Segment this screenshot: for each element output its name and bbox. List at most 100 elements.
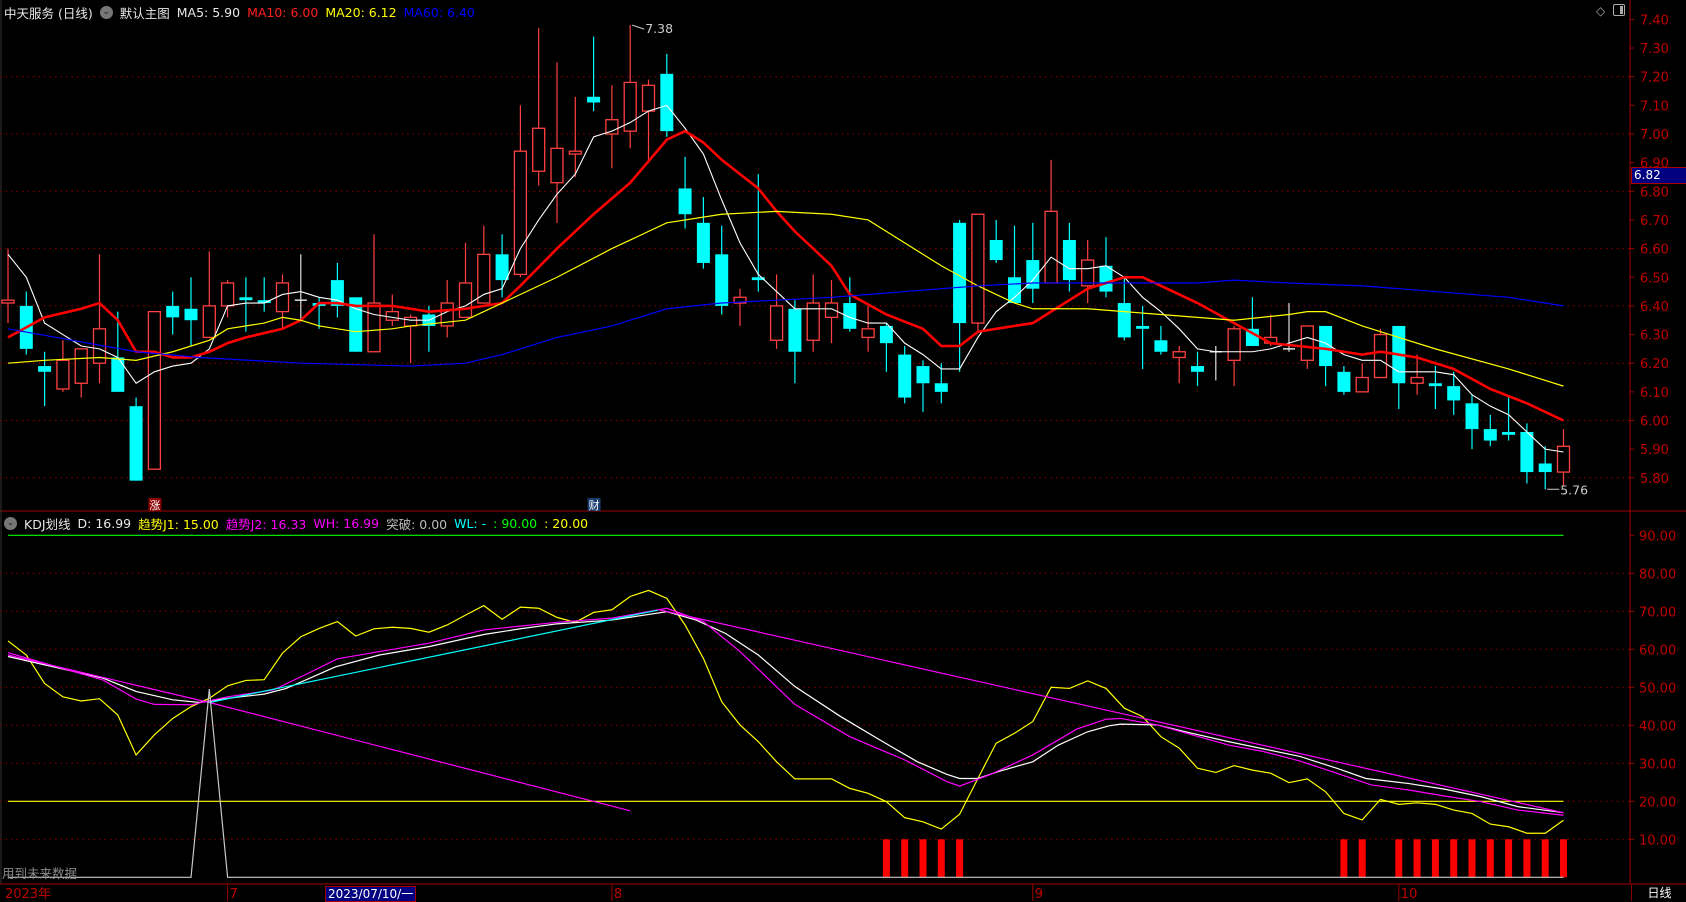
candle xyxy=(74,348,88,398)
candle-body-down xyxy=(916,366,930,384)
candle xyxy=(1465,394,1479,450)
candle-body-down xyxy=(1502,431,1516,435)
signal-bar xyxy=(937,839,945,878)
candle xyxy=(696,197,710,269)
candle xyxy=(532,27,546,186)
d-value: D: 16.99 xyxy=(77,515,132,531)
candle xyxy=(1355,363,1369,393)
diamond-icon[interactable]: ◇ xyxy=(1596,4,1605,18)
candle xyxy=(1191,351,1204,387)
candle xyxy=(330,262,344,318)
candle-body-up xyxy=(385,310,399,321)
candle xyxy=(166,291,180,335)
time-axis-label: 9 xyxy=(1035,887,1043,901)
candle xyxy=(1062,222,1076,292)
candle xyxy=(1337,366,1351,395)
candle-body-up xyxy=(623,81,637,132)
signal-bar xyxy=(1523,839,1531,878)
candle xyxy=(294,254,307,321)
future-data-note: 用到未来数据 xyxy=(2,866,78,881)
signal-bar xyxy=(956,839,964,878)
price-tick-label: 6.30 xyxy=(1640,329,1669,344)
price-tick-label: 6.40 xyxy=(1640,300,1669,315)
candle-body-up xyxy=(769,305,784,341)
candle-body-up xyxy=(74,348,88,384)
candle xyxy=(1410,354,1424,395)
indicator-line-WH xyxy=(657,608,1564,814)
template-selector[interactable]: 默认主图 xyxy=(120,3,170,22)
candle-body-down xyxy=(1136,325,1150,329)
candle-body-up xyxy=(1,299,15,304)
signal-bar xyxy=(901,839,909,878)
candle xyxy=(111,311,125,392)
candle-body-down xyxy=(1337,371,1351,392)
signal-bar xyxy=(1486,839,1494,878)
candle xyxy=(1136,305,1150,369)
candle xyxy=(623,25,637,149)
indicator-tick-label: 80.00 xyxy=(1639,567,1676,582)
event-marker-label: 财 xyxy=(589,498,600,512)
time-axis-label: 10 xyxy=(1401,887,1418,901)
candle-body-down xyxy=(1008,277,1021,304)
crosshair-price-label: 6.82 xyxy=(1631,167,1686,184)
chevron-down-icon[interactable]: ⌄ xyxy=(99,5,113,19)
candle xyxy=(275,274,290,329)
indicator-line-D xyxy=(7,611,1564,814)
price-tick-label: 5.90 xyxy=(1640,443,1669,458)
j2-value: 趋势J2: 16.33 xyxy=(225,516,307,532)
candle xyxy=(1319,325,1333,387)
period-button[interactable]: 日线 xyxy=(1631,885,1686,901)
candle-body-up xyxy=(202,305,216,339)
candle-body-up xyxy=(1300,325,1314,361)
candle-body-down xyxy=(587,96,601,103)
stock-chart[interactable]: 7.407.307.207.107.006.906.806.706.606.50… xyxy=(0,0,1686,901)
time-axis-label: 2023年 xyxy=(5,887,51,901)
candle-body-up xyxy=(147,310,162,470)
indicator-name[interactable]: KDJ划线 xyxy=(24,514,71,533)
j1-value: 趋势J1: 15.00 xyxy=(138,516,219,532)
ma10-value: MA10: 6.00 xyxy=(247,4,319,20)
candle xyxy=(385,294,399,326)
candle xyxy=(56,340,70,392)
indicator-tick-label: 90.00 xyxy=(1639,529,1676,544)
candle xyxy=(1172,346,1186,384)
candle-body-up xyxy=(861,328,875,339)
candle-body-down xyxy=(715,254,729,306)
candle-body-down xyxy=(660,73,674,132)
indicator-tick-label: 60.00 xyxy=(1639,643,1676,658)
candle-body-down xyxy=(111,357,125,392)
indicator-tick-label: 10.00 xyxy=(1639,833,1676,848)
candle-body-up xyxy=(1355,376,1369,393)
candle xyxy=(806,274,820,352)
candle-body-up xyxy=(1556,445,1571,473)
candle-body-down xyxy=(1154,340,1168,352)
candle-body-up xyxy=(458,282,473,319)
candle-body-up xyxy=(1172,351,1186,359)
candle-body-down xyxy=(989,240,1003,261)
time-axis-label: 8 xyxy=(614,887,622,901)
price-tick-label: 6.20 xyxy=(1640,357,1669,372)
candles xyxy=(1,25,1571,490)
candle-body-down xyxy=(696,222,710,263)
candle-body-down xyxy=(843,303,857,329)
price-tick-label: 6.10 xyxy=(1640,386,1669,401)
candle xyxy=(239,277,253,332)
signal-bar xyxy=(1505,839,1513,878)
candle-body-up xyxy=(275,282,290,313)
candle-body-down xyxy=(239,297,253,301)
candle xyxy=(788,300,802,384)
candle-body-down xyxy=(166,305,180,318)
candle-body-down xyxy=(1447,386,1461,401)
panel-toggle-icon[interactable] xyxy=(1613,4,1626,16)
price-tick-label: 6.60 xyxy=(1640,243,1669,258)
chevron-down-icon[interactable]: ⌄ xyxy=(4,516,17,530)
candle xyxy=(1483,414,1497,447)
line-ma5 xyxy=(7,104,1564,453)
candle xyxy=(1227,325,1241,387)
candle xyxy=(257,277,271,312)
candle-body-up xyxy=(550,147,564,184)
indicator-tick-label: 20.00 xyxy=(1639,795,1676,810)
candle xyxy=(605,85,619,169)
candle-body-down xyxy=(495,254,509,281)
candle-body-down xyxy=(1117,303,1131,338)
